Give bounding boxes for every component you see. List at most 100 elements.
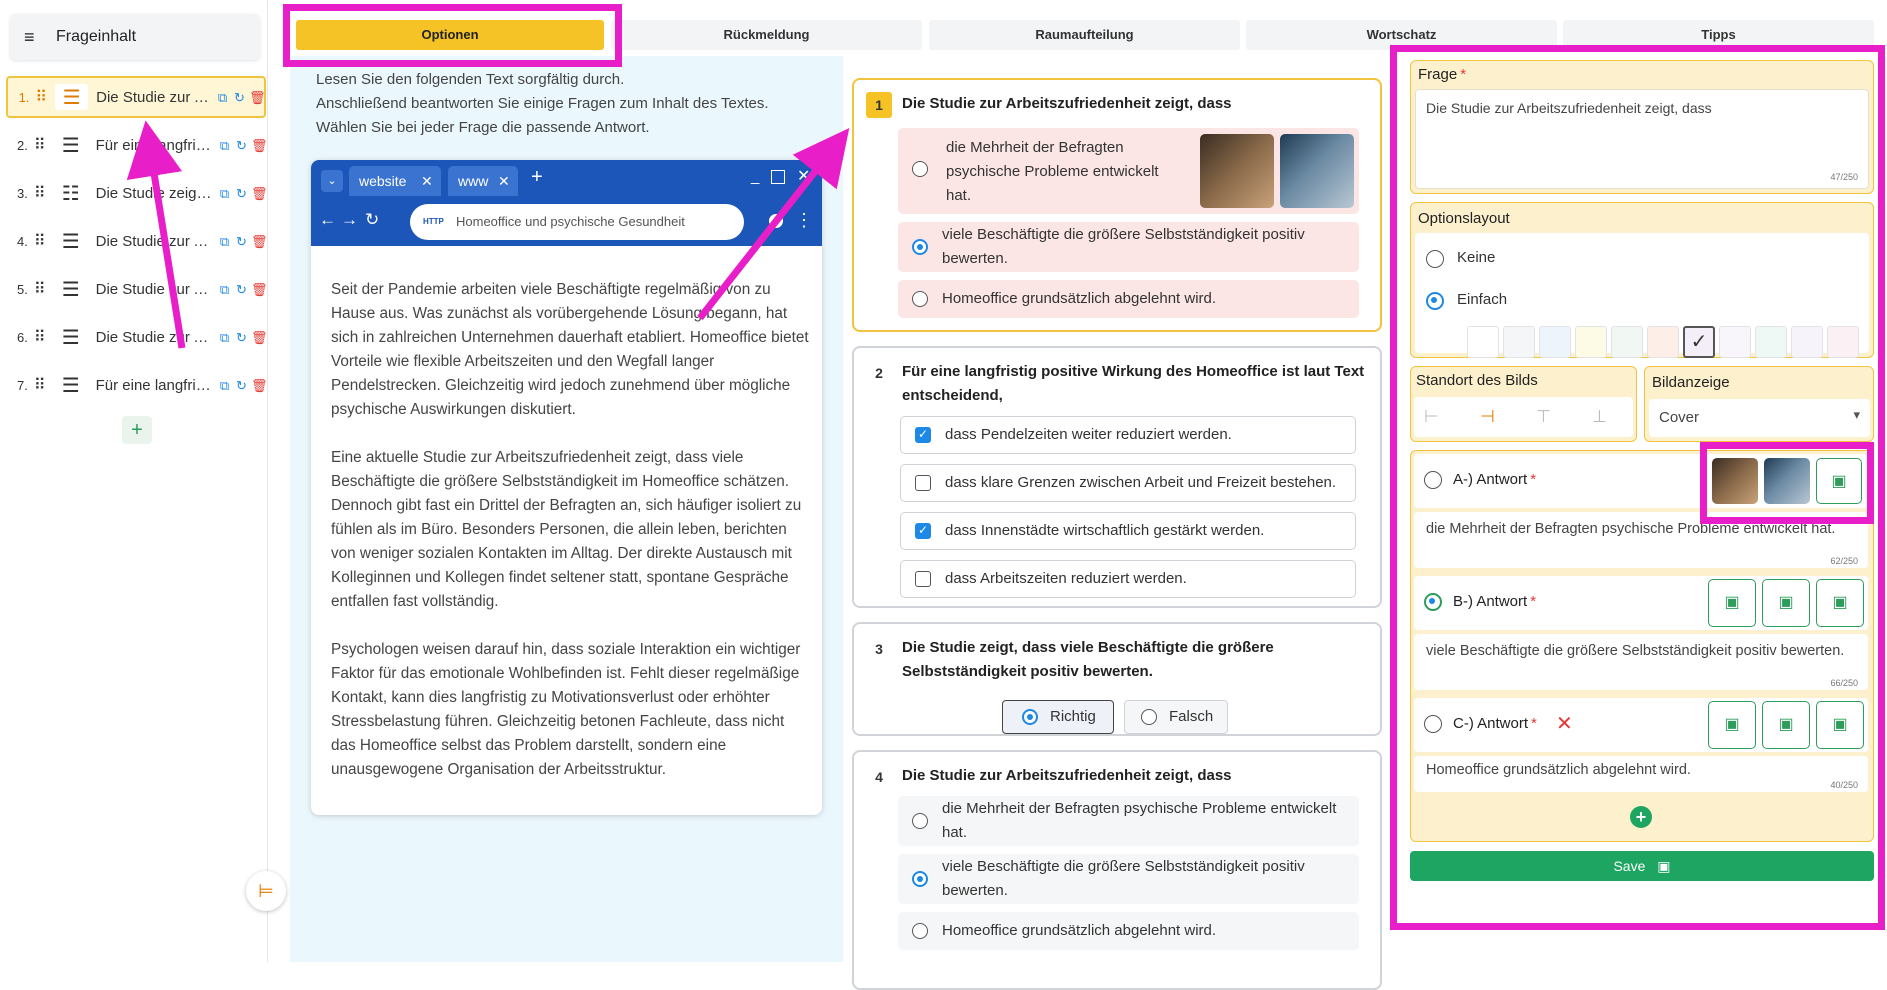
delete-icon[interactable]: 🗑 [251,282,268,297]
paragraph: Seit der Pandemie arbeiten viele Beschäf… [331,281,809,418]
refresh-icon[interactable]: ↻ [234,138,249,153]
close-icon[interactable]: ✕ [797,166,810,186]
question-title: Die Studie zur Arbeitszufriedenheit zeig… [902,95,1232,112]
tab-rueckmeldung[interactable]: Rückmeldung [611,20,922,50]
delete-icon[interactable]: 🗑 [249,90,266,105]
checkbox-option-3[interactable]: ✓ dass Innenstädte wirtschaftlich gestär… [900,512,1356,550]
delete-icon[interactable]: 🗑 [251,378,268,393]
copy-icon[interactable]: ⧉ [217,330,232,345]
copy-icon[interactable]: ⧉ [217,234,232,249]
minimize-icon[interactable]: _ [751,168,759,185]
close-icon[interactable]: ✕ [498,166,510,196]
address-bar[interactable]: HTTP Homeoffice und psychische Gesundhei… [410,204,744,240]
radio-button[interactable] [912,813,928,829]
sidebar-item-5[interactable]: 5. ⠿ ☰ Die Studie zur Arbeitszufriedenhe… [6,268,268,310]
option-1[interactable]: die Mehrheit der Befragten psychische Pr… [898,796,1359,846]
refresh-icon[interactable]: ↻ [234,186,249,201]
option-2[interactable]: viele Beschäftigte die größere Selbststä… [898,222,1359,272]
question-card-3[interactable]: 3 Die Studie zeigt, dass viele Beschäfti… [852,622,1382,736]
item-number: 6. [17,329,28,345]
option-2[interactable]: viele Beschäftigte die größere Selbststä… [898,854,1359,904]
refresh-icon[interactable]: ↻ [234,378,249,393]
list-type-icon: ☰ [61,230,80,253]
radio-button-selected[interactable] [912,871,928,887]
checkbox[interactable] [915,571,931,587]
browser-tab-label: www [458,173,489,189]
copy-icon[interactable]: ⧉ [217,138,232,153]
question-card-2[interactable]: 2 Für eine langfristig positive Wirkung … [852,346,1382,608]
chevron-down-icon[interactable]: ⌄ [321,170,343,192]
radio-button [1141,709,1157,725]
option-text: dass Innenstädte wirtschaftlich gestärkt… [945,522,1265,539]
close-icon[interactable]: ✕ [421,166,433,196]
drag-handle-icon[interactable]: ⠿ [34,183,48,203]
menu-dots-icon[interactable]: ⋮ [795,210,813,231]
radio-button[interactable] [912,291,928,307]
drag-handle-icon[interactable]: ⠿ [34,375,48,395]
option-1[interactable]: die Mehrheit der Befragten psychische Pr… [898,128,1359,214]
true-button[interactable]: Richtig [1002,700,1114,734]
item-number: 2. [17,137,28,153]
delete-icon[interactable]: 🗑 [251,138,268,153]
reload-icon[interactable]: ↻ [365,210,379,230]
radio-button-selected[interactable] [912,239,928,255]
refresh-icon[interactable]: ↻ [234,282,249,297]
item-number: 1. [18,89,30,105]
checkbox[interactable] [915,475,931,491]
option-3[interactable]: Homeoffice grundsätzlich abgelehnt wird. [898,912,1359,950]
delete-icon[interactable]: 🗑 [251,330,268,345]
checkbox-checked[interactable]: ✓ [915,427,931,443]
highlight-box-tab [283,4,622,67]
add-question-button[interactable]: + [122,416,152,444]
checkbox-checked[interactable]: ✓ [915,523,931,539]
sidebar-item-6[interactable]: 6. ⠿ ☰ Die Studie zur Arbeitszufriedenhe… [6,316,268,358]
new-tab-icon[interactable]: + [531,166,543,189]
checkbox-option-1[interactable]: ✓ dass Pendelzeiten weiter reduziert wer… [900,416,1356,454]
item-label: Die Studie zur Arbeitszufriedenheit [95,232,213,250]
drag-handle-icon[interactable]: ⠿ [35,87,49,107]
sidebar-item-2[interactable]: 2. ⠿ ☰ Für eine langfristig positive Wir… [6,124,268,166]
sidebar-item-1[interactable]: 1. ⠿ ☰ Die Studie zur Arbeitszufriedenhe… [6,76,266,118]
sidebar-item-4[interactable]: 4. ⠿ ☰ Die Studie zur Arbeitszufriedenhe… [6,220,268,262]
copy-icon[interactable]: ⧉ [217,282,232,297]
question-title: Die Studie zur Arbeitszufriedenheit zeig… [902,767,1232,784]
question-card-1[interactable]: 1 Die Studie zur Arbeitszufriedenheit ze… [852,78,1382,332]
refresh-icon[interactable]: ↻ [232,90,247,105]
radio-button[interactable] [912,923,928,939]
checkbox-option-4[interactable]: dass Arbeitszeiten reduziert werden. [900,560,1356,598]
checkbox-option-2[interactable]: dass klare Grenzen zwischen Arbeit und F… [900,464,1356,502]
browser-toolbar: ⌄ website ✕ www ✕ + _ ✕ ← → ↻ HTTP Homeo… [311,160,822,246]
copy-icon[interactable]: ⧉ [215,90,230,105]
radio-button[interactable] [912,161,928,177]
browser-tab-www[interactable]: www ✕ [448,166,518,196]
sidebar-item-3[interactable]: 3. ⠿ ☷ Die Studie zeigt, dass viele ⧉↻🗑 [6,172,268,214]
drag-handle-icon[interactable]: ⠿ [34,231,48,251]
tab-raumaufteilung[interactable]: Raumaufteilung [929,20,1240,50]
copy-icon[interactable]: ⧉ [217,186,232,201]
drag-handle-icon[interactable]: ⠿ [34,135,48,155]
collapse-sidebar-icon[interactable]: ⊨ [246,871,286,911]
question-title: Die Studie zeigt, dass viele Beschäftigt… [902,639,1274,680]
drag-handle-icon[interactable]: ⠿ [34,327,48,347]
delete-icon[interactable]: 🗑 [251,186,268,201]
refresh-icon[interactable]: ↻ [234,234,249,249]
option-3[interactable]: Homeoffice grundsätzlich abgelehnt wird. [898,280,1359,318]
item-number: 4. [17,233,28,249]
forward-icon[interactable]: → [341,210,358,230]
browser-tab-website[interactable]: website ✕ [349,166,441,196]
profile-icon[interactable] [769,214,783,228]
question-card-4[interactable]: 4 Die Studie zur Arbeitszufriedenheit ze… [852,750,1382,990]
option-image-woman-laptop [1200,134,1274,208]
copy-icon[interactable]: ⧉ [217,378,232,393]
option-text: die Mehrheit der Befragten psychische Pr… [946,139,1159,204]
false-button[interactable]: Falsch [1124,700,1228,734]
sidebar-item-7[interactable]: 7. ⠿ ☰ Für eine langfristig positive Wir… [6,364,268,406]
item-label: Für eine langfristig positive Wirkung [95,376,213,394]
maximize-icon[interactable] [771,170,785,184]
back-icon[interactable]: ← [319,210,336,230]
delete-icon[interactable]: 🗑 [251,234,268,249]
drag-handle-icon[interactable]: ⠿ [34,279,48,299]
option-text: viele Beschäftigte die größere Selbststä… [942,226,1305,267]
refresh-icon[interactable]: ↻ [234,330,249,345]
option-text: dass Arbeitszeiten reduziert werden. [945,570,1187,587]
